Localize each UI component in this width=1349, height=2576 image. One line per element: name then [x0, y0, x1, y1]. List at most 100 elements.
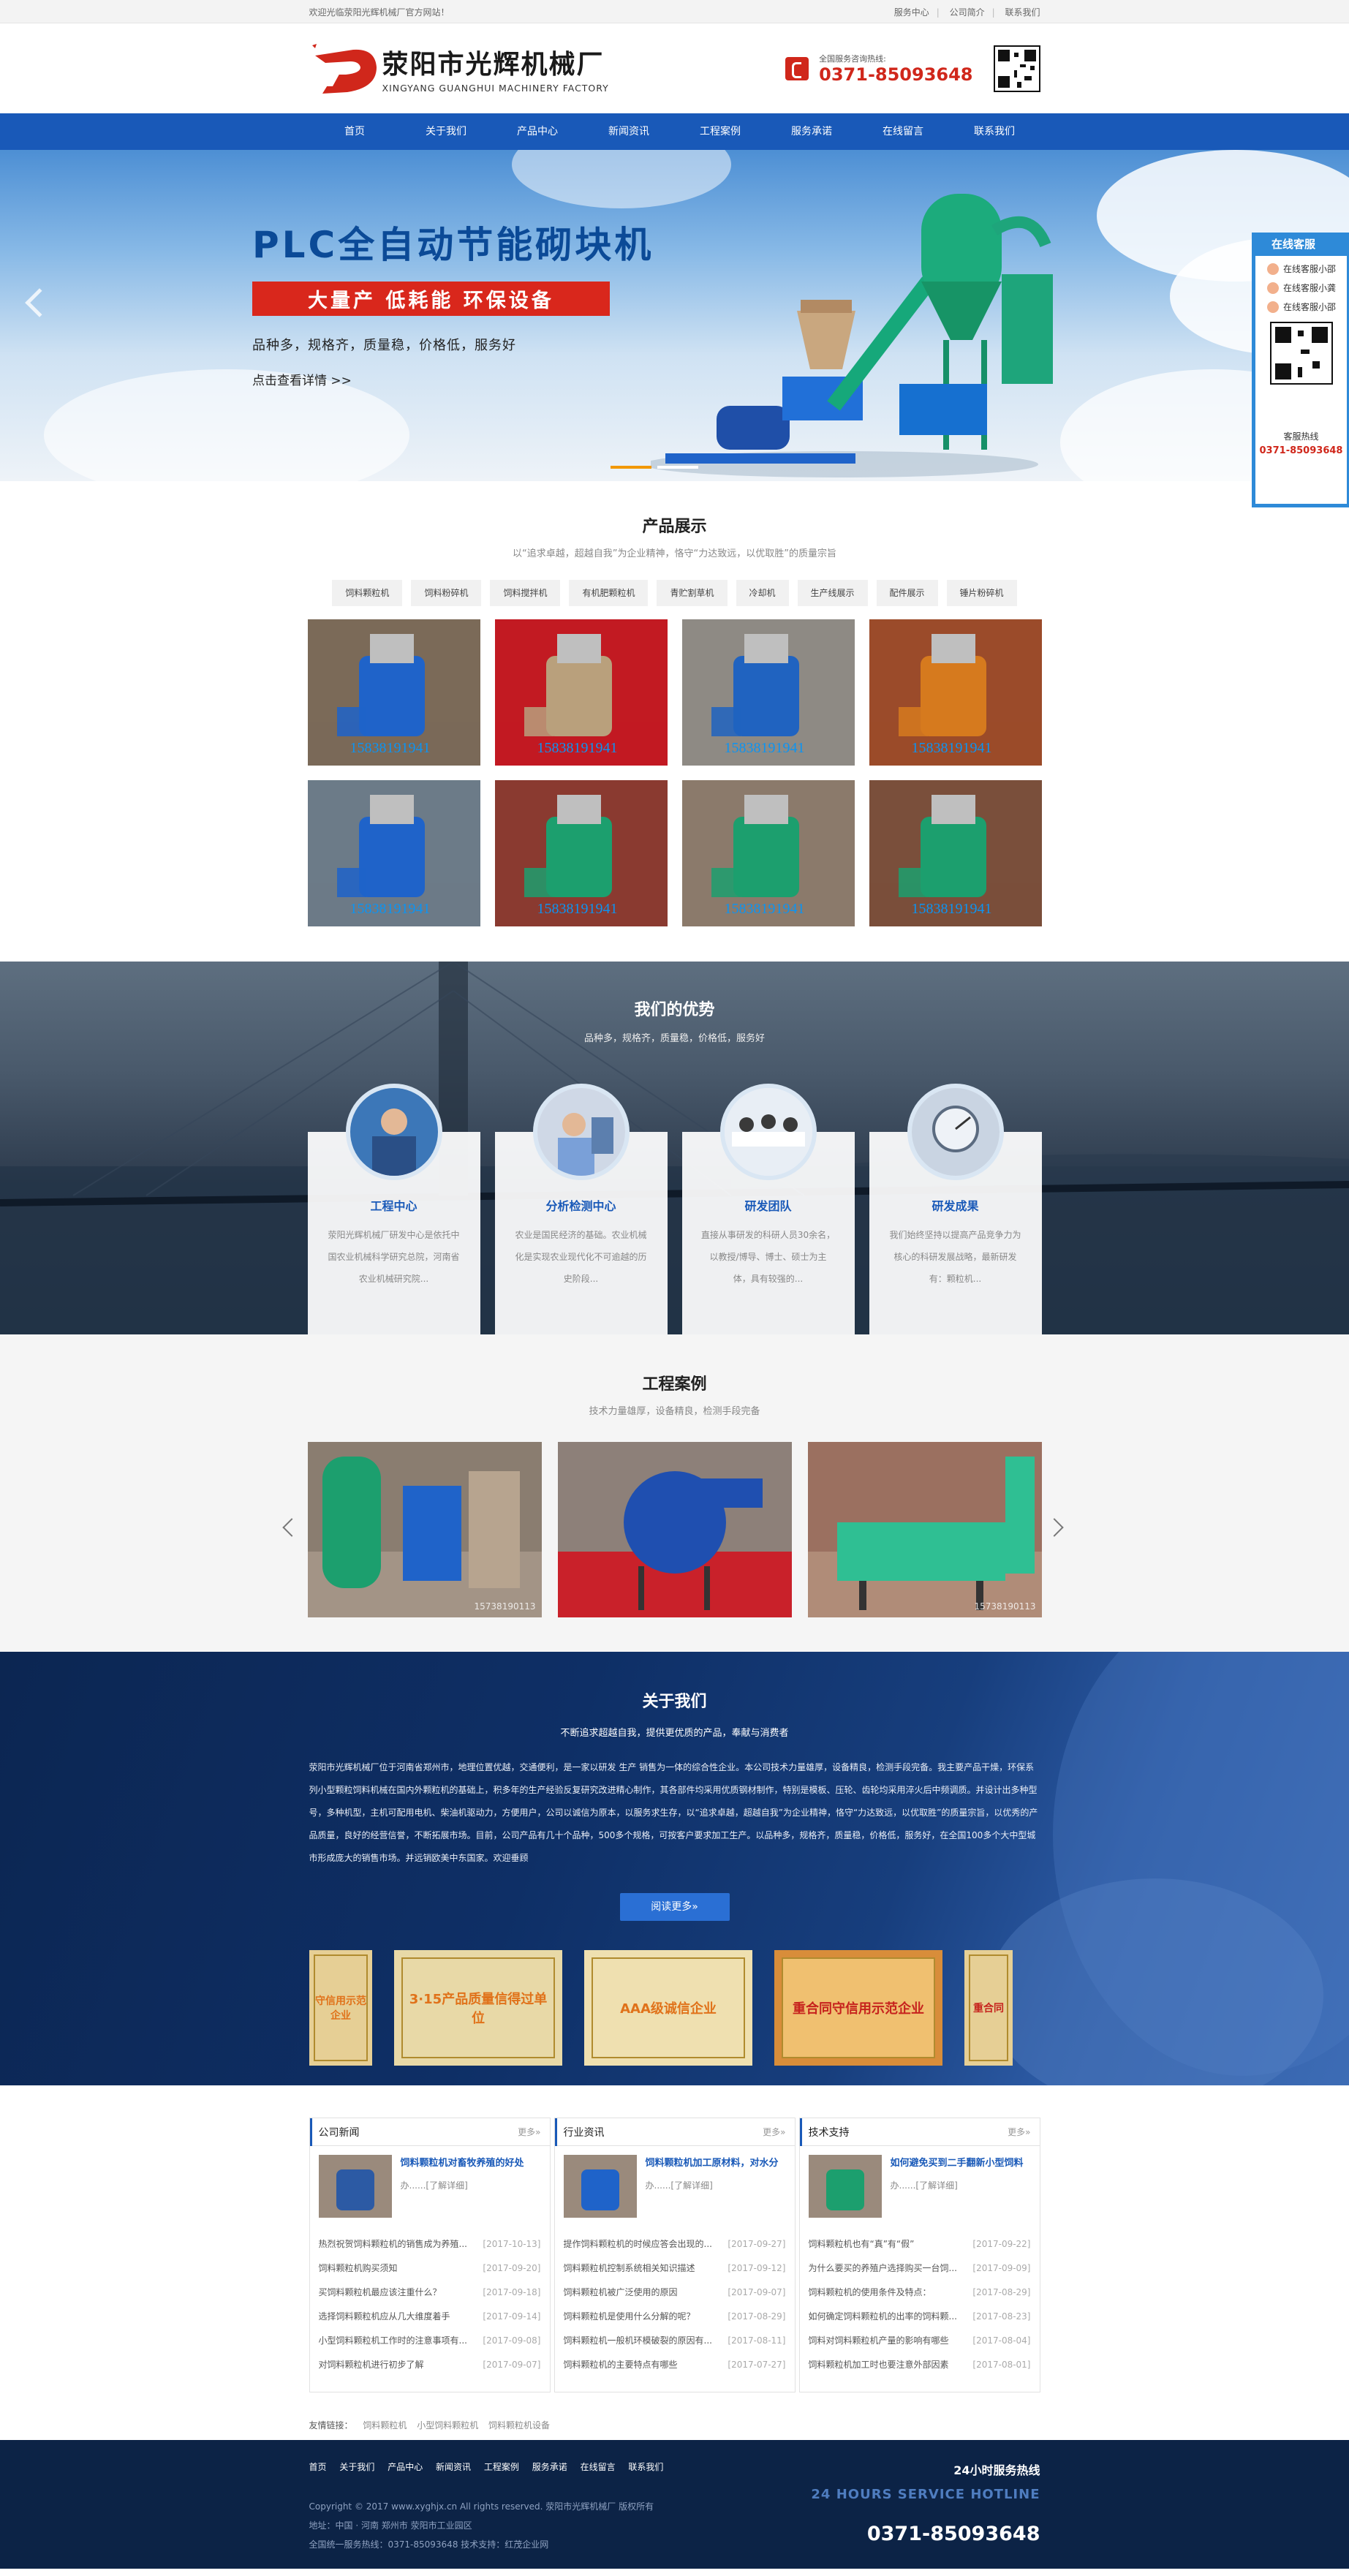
news-item[interactable]: 饲料颗粒机的主要特点有哪些 [2017-07-27] — [564, 2353, 786, 2377]
news-column-title: 公司新闻 — [318, 2126, 360, 2139]
advantage-card[interactable]: 工程中心 荥阳光辉机械厂研发中心是依托中国农业机械科学研究总院，河南省农业机械研… — [307, 1084, 480, 1334]
news-item[interactable]: 对饲料颗粒机进行初步了解 [2017-09-07] — [319, 2353, 541, 2377]
advantage-card[interactable]: 分析检测中心 农业是国民经济的基础。农业机械化是实现农业现代化不可逾越的历史阶段… — [494, 1084, 668, 1334]
nav-service[interactable]: 服务承诺 — [766, 113, 858, 150]
top-link-contact[interactable]: 联系我们 — [1005, 7, 1040, 18]
nav-cases[interactable]: 工程案例 — [675, 113, 766, 150]
news-item[interactable]: 饲料颗粒机购买须知 [2017-09-20] — [319, 2256, 541, 2281]
news-date: [2017-07-27] — [728, 2360, 786, 2370]
news-item[interactable]: 小型饲料颗粒机工作时的注意事项有... [2017-09-08] — [319, 2329, 541, 2353]
news-detail-link[interactable]: [了解详细] — [670, 2180, 712, 2191]
product-tab[interactable]: 锤片粉碎机 — [946, 580, 1017, 606]
banner-prev-arrow-icon[interactable] — [25, 288, 54, 317]
service-agent-3[interactable]: 在线客服小邵 — [1255, 294, 1347, 313]
news-detail-link[interactable]: [了解详细] — [915, 2180, 957, 2191]
footer-link[interactable]: 工程案例 — [484, 2462, 519, 2472]
footer-link[interactable]: 服务承诺 — [532, 2462, 567, 2472]
hero-banner[interactable]: PLC全自动节能砌块机 大量产 低耗能 环保设备 品种多，规格齐，质量稳，价格低… — [0, 150, 1349, 481]
news-more-link[interactable]: 更多» — [518, 2126, 540, 2138]
nav-contact[interactable]: 联系我们 — [949, 113, 1040, 150]
banner-more-link[interactable]: 点击查看详情 >> — [252, 370, 654, 388]
footer-link[interactable]: 联系我们 — [628, 2462, 663, 2472]
news-featured[interactable]: 如何避免买到二手翻新小型饲料 办......[了解详细] — [800, 2146, 1040, 2218]
certificate-image[interactable]: 守信用示范企业 — [309, 1950, 372, 2066]
news-item[interactable]: 买饲料颗粒机最应该注重什么？ [2017-09-18] — [319, 2281, 541, 2305]
case-image[interactable] — [557, 1442, 792, 1617]
news-featured-title[interactable]: 如何避免买到二手翻新小型饲料 — [891, 2155, 1024, 2169]
news-item[interactable]: 饲料对饲料颗粒机产量的影响有哪些 [2017-08-04] — [809, 2329, 1031, 2353]
news-featured[interactable]: 饲料颗粒机加工原材料，对水分 办......[了解详细] — [555, 2146, 795, 2218]
news-item[interactable]: 饲料颗粒机也有“真”有“假” [2017-09-22] — [809, 2232, 1031, 2256]
product-tab[interactable]: 青贮割草机 — [657, 580, 728, 606]
team-photo-icon — [719, 1084, 817, 1180]
news-featured[interactable]: 饲料颗粒机对畜牧养殖的好处 办......[了解详细] — [310, 2146, 550, 2218]
news-more-link[interactable]: 更多» — [763, 2126, 785, 2138]
footer-link[interactable]: 在线留言 — [581, 2462, 616, 2472]
certificate-image[interactable]: 3·15产品质量信得过单位 — [394, 1950, 562, 2066]
friend-link[interactable]: 饲料颗粒机 — [363, 2420, 407, 2430]
product-card[interactable]: 15838191941 — [307, 780, 480, 926]
product-card[interactable]: 15838191941 — [869, 619, 1042, 766]
product-tab[interactable]: 饲料粉碎机 — [411, 580, 482, 606]
banner-title: PLC全自动节能砌块机 — [252, 224, 654, 266]
news-item[interactable]: 饲料颗粒机被广泛使用的原因 [2017-09-07] — [564, 2281, 786, 2305]
product-card[interactable]: 15838191941 — [681, 619, 855, 766]
news-item[interactable]: 为什么要买的养殖户选择购买一台饲... [2017-09-09] — [809, 2256, 1031, 2281]
news-detail-link[interactable]: [了解详细] — [426, 2180, 467, 2191]
nav-news[interactable]: 新闻资讯 — [583, 113, 675, 150]
cases-prev-arrow-icon[interactable] — [282, 1518, 301, 1537]
news-item[interactable]: 饲料颗粒机控制系统相关知识描述 [2017-09-12] — [564, 2256, 786, 2281]
footer-link[interactable]: 产品中心 — [388, 2462, 423, 2472]
product-card[interactable]: 15838191941 — [869, 780, 1042, 926]
certificate-image[interactable]: 重合同 — [964, 1950, 1013, 2066]
product-tab[interactable]: 配件展示 — [876, 580, 938, 606]
footer-link[interactable]: 新闻资讯 — [436, 2462, 471, 2472]
service-agent-2[interactable]: 在线客服小龚 — [1255, 275, 1347, 294]
product-tab[interactable]: 生产线展示 — [797, 580, 868, 606]
banner-dot-1[interactable] — [611, 466, 651, 469]
news-item[interactable]: 饲料颗粒机一般机环模破裂的原因有... [2017-08-11] — [564, 2329, 786, 2353]
read-more-button[interactable]: 阅读更多» — [619, 1893, 730, 1921]
case-image[interactable]: 15738190113 — [307, 1442, 542, 1617]
news-item[interactable]: 热烈祝贺饲料颗粒机的销售成为养殖... [2017-10-13] — [319, 2232, 541, 2256]
product-card[interactable]: 15838191941 — [681, 780, 855, 926]
certificate-image[interactable]: 重合同守信用示范企业 — [774, 1950, 942, 2066]
certificate-image[interactable]: AAA级诚信企业 — [584, 1950, 752, 2066]
news-item[interactable]: 饲料颗粒机加工时也要注意外部因素 [2017-08-01] — [809, 2353, 1031, 2377]
product-tab[interactable]: 有机肥颗粒机 — [569, 580, 649, 606]
footer-link[interactable]: 首页 — [309, 2462, 327, 2472]
news-featured-title[interactable]: 饲料颗粒机加工原材料，对水分 — [646, 2155, 779, 2169]
cases-next-arrow-icon[interactable] — [1045, 1518, 1064, 1537]
news-item[interactable]: 如何确定饲料颗粒机的出率的饲料颗... [2017-08-23] — [809, 2305, 1031, 2329]
logo[interactable]: 荥阳市光辉机械厂 XINGYANG GUANGHUI MACHINERY FAC… — [309, 41, 609, 97]
news-more-link[interactable]: 更多» — [1008, 2126, 1030, 2138]
service-agent-1[interactable]: 在线客服小邵 — [1255, 256, 1347, 275]
advantage-card[interactable]: 研发成果 我们始终坚持以提高产品竞争力为核心的科研发展战略，最新研发有：颗粒机.… — [869, 1084, 1042, 1334]
nav-message[interactable]: 在线留言 — [858, 113, 949, 150]
friend-link[interactable]: 小型饲料颗粒机 — [417, 2420, 478, 2430]
news-item[interactable]: 提作饲料颗粒机的时候应答会出现的... [2017-09-27] — [564, 2232, 786, 2256]
avatar-icon — [1267, 301, 1279, 313]
top-link-service[interactable]: 服务中心 — [894, 7, 929, 18]
product-tab[interactable]: 冷却机 — [736, 580, 789, 606]
news-item[interactable]: 饲料颗粒机是使用什么分解的呢？ [2017-08-29] — [564, 2305, 786, 2329]
advantage-card[interactable]: 研发团队 直接从事研发的科研人员30余名，以教授/博导、博士、硕士为主体，具有较… — [681, 1084, 855, 1334]
news-item[interactable]: 选择饲料颗粒机应从几大维度着手 [2017-09-14] — [319, 2305, 541, 2329]
news-item[interactable]: 饲料颗粒机的使用条件及特点： [2017-08-29] — [809, 2281, 1031, 2305]
nav-products[interactable]: 产品中心 — [492, 113, 583, 150]
case-image[interactable]: 15738190113 — [807, 1442, 1042, 1617]
nav-about[interactable]: 关于我们 — [401, 113, 492, 150]
nav-home[interactable]: 首页 — [309, 113, 401, 150]
product-card[interactable]: 15838191941 — [307, 619, 480, 766]
top-link-about[interactable]: 公司简介 — [950, 7, 985, 18]
banner-dot-2[interactable] — [657, 466, 698, 469]
header: 荥阳市光辉机械厂 XINGYANG GUANGHUI MACHINERY FAC… — [0, 23, 1349, 113]
product-tab[interactable]: 饲料搅拌机 — [490, 580, 561, 606]
footer-link[interactable]: 关于我们 — [339, 2462, 374, 2472]
product-grid: 15838191941 15838191941 15838191941 1583819… — [0, 619, 1349, 926]
friend-link[interactable]: 饲料颗粒机设备 — [488, 2420, 550, 2430]
product-tab[interactable]: 饲料颗粒机 — [332, 580, 403, 606]
product-card[interactable]: 15838191941 — [494, 780, 668, 926]
product-card[interactable]: 15838191941 — [494, 619, 668, 766]
news-featured-title[interactable]: 饲料颗粒机对畜牧养殖的好处 — [401, 2155, 524, 2169]
